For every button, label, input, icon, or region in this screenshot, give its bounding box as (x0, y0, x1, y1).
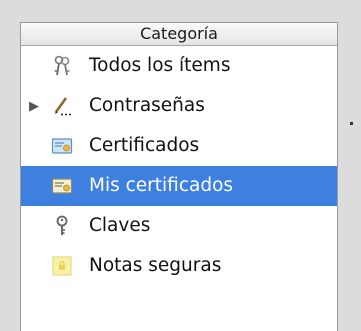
keys-icon (51, 55, 73, 77)
category-item-label: Todos los ítems (89, 55, 231, 76)
category-list: Todos los ítems ▶ Contraseñas Certificad… (21, 46, 337, 286)
category-item-label: Notas seguras (89, 255, 222, 276)
secure-note-icon (51, 255, 73, 277)
category-item-label: Contraseñas (89, 95, 205, 116)
category-item-secure-notes[interactable]: Notas seguras (21, 246, 337, 286)
splitter-handle[interactable] (350, 122, 353, 125)
category-item-passwords[interactable]: ▶ Contraseñas (21, 86, 337, 126)
certificate-icon (51, 135, 73, 157)
certificate-icon (51, 175, 73, 197)
category-item-my-certificates[interactable]: Mis certificados (21, 166, 337, 206)
category-panel: Categoría Todos los ítems ▶ Contraseñas … (20, 22, 338, 331)
pen-icon (51, 95, 73, 117)
category-item-label: Mis certificados (89, 175, 234, 196)
category-column-header[interactable]: Categoría (21, 23, 337, 46)
category-item-label: Claves (89, 215, 151, 236)
category-item-label: Certificados (89, 135, 200, 156)
key-icon (51, 215, 73, 237)
category-item-keys[interactable]: Claves (21, 206, 337, 246)
category-item-certificates[interactable]: Certificados (21, 126, 337, 166)
category-item-all-items[interactable]: Todos los ítems (21, 46, 337, 86)
disclosure-triangle-icon[interactable]: ▶ (29, 100, 39, 113)
